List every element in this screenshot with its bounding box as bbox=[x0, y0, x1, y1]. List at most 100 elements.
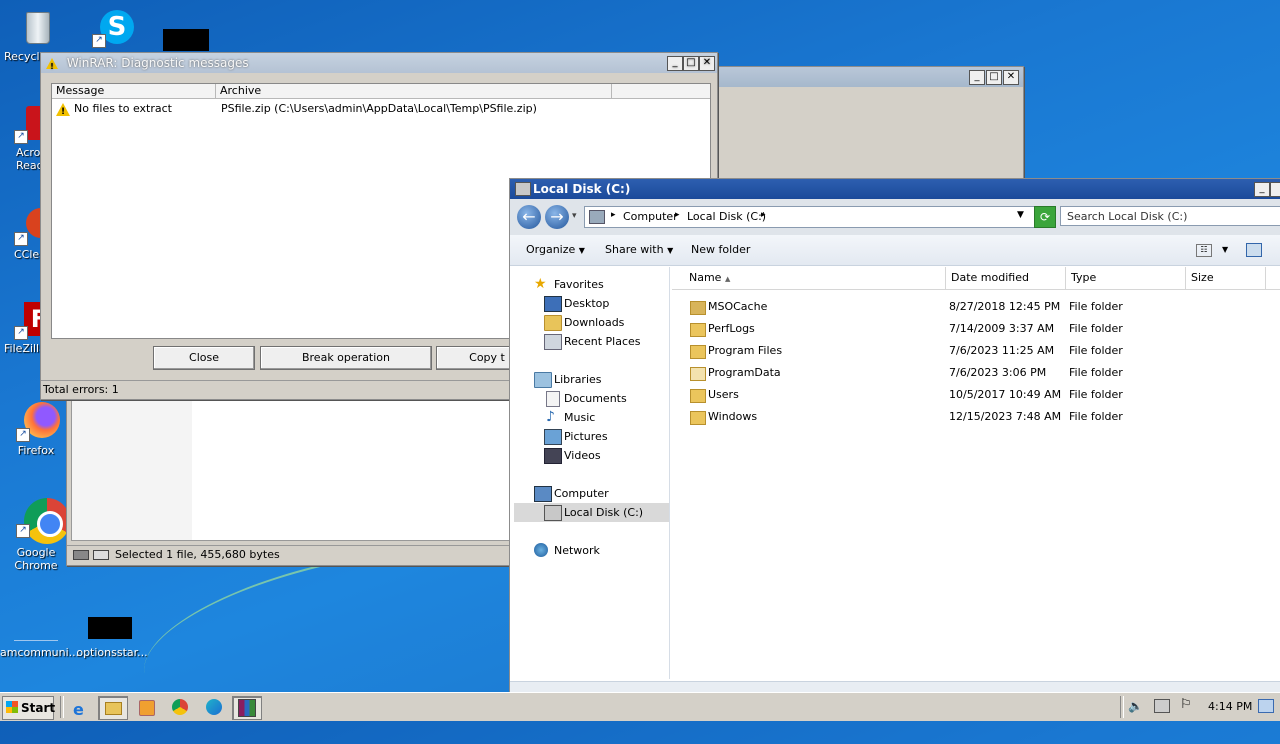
action-center-flag-icon[interactable]: ⚐ bbox=[1180, 697, 1192, 712]
taskbar-edge[interactable] bbox=[200, 696, 230, 720]
breadcrumb-computer[interactable]: Computer bbox=[623, 210, 678, 223]
file-row[interactable]: PerfLogs 7/14/2009 3:37 AM File folder bbox=[672, 318, 1272, 340]
search-input[interactable]: Search Local Disk (C:) bbox=[1060, 206, 1280, 226]
minimize-button[interactable]: _ bbox=[969, 70, 985, 85]
nav-favorites[interactable]: ★ Favorites bbox=[534, 275, 604, 294]
file-row[interactable]: Users 10/5/2017 10:49 AM File folder bbox=[672, 384, 1272, 406]
chrome-icon bbox=[172, 699, 188, 715]
close-button[interactable]: Close bbox=[153, 346, 255, 370]
column-type[interactable]: Type bbox=[1066, 267, 1186, 289]
desktop-icon-optionsstar[interactable]: optionsstar... bbox=[76, 616, 148, 659]
computer-icon bbox=[534, 486, 552, 502]
address-row: ← → ▾ ▸ Computer ▸ Local Disk (C:) ▸ ▼ ⟳… bbox=[510, 199, 1280, 235]
diagnostic-titlebar: WinRAR: Diagnostic messages _ □ ✕ bbox=[41, 53, 717, 76]
column-name[interactable]: Name ▲ bbox=[684, 267, 946, 289]
breadcrumb-separator: ▸ bbox=[611, 210, 616, 220]
view-options-icon[interactable]: ☷ bbox=[1196, 244, 1212, 257]
explorer-title: Local Disk (C:) bbox=[533, 182, 631, 196]
navigation-pane[interactable]: ★ Favorites Desktop Downloads Recent Pla… bbox=[514, 267, 670, 679]
nav-computer[interactable]: Computer bbox=[534, 484, 609, 503]
show-desktop-icon[interactable] bbox=[1258, 699, 1274, 713]
nav-desktop[interactable]: Desktop bbox=[544, 294, 609, 313]
preview-pane-icon[interactable] bbox=[1246, 243, 1262, 257]
nav-videos[interactable]: Videos bbox=[544, 446, 601, 465]
taskbar-media-player[interactable] bbox=[132, 696, 162, 720]
message-row[interactable]: No files to extract PSfile.zip (C:\Users… bbox=[56, 101, 706, 120]
close-button[interactable]: ✕ bbox=[1003, 70, 1019, 85]
nav-music[interactable]: ♪ Music bbox=[544, 408, 595, 427]
desktop-icon-skype[interactable]: S ↗ bbox=[80, 8, 144, 50]
file-type: File folder bbox=[1069, 366, 1123, 379]
column-message[interactable]: Message bbox=[52, 84, 216, 98]
breadcrumb-local-disk[interactable]: Local Disk (C:) bbox=[687, 210, 766, 223]
forward-button[interactable]: → bbox=[545, 205, 569, 229]
file-date: 12/15/2023 7:48 AM bbox=[949, 410, 1062, 423]
refresh-button[interactable]: ⟳ bbox=[1034, 206, 1056, 228]
file-type: File folder bbox=[1069, 300, 1123, 313]
breadcrumb-separator: ▸ bbox=[675, 210, 680, 220]
file-type: File folder bbox=[1069, 322, 1123, 335]
media-player-icon bbox=[139, 700, 155, 716]
music-icon: ♪ bbox=[546, 409, 555, 425]
start-button[interactable]: Start bbox=[2, 696, 55, 720]
column-size[interactable]: Size bbox=[1186, 267, 1266, 289]
edge-icon bbox=[206, 699, 222, 715]
file-icon bbox=[88, 617, 132, 639]
desktop-icon bbox=[544, 296, 562, 312]
file-date: 7/14/2009 3:37 AM bbox=[949, 322, 1055, 335]
nav-downloads[interactable]: Downloads bbox=[544, 313, 624, 332]
break-operation-button[interactable]: Break operation bbox=[260, 346, 432, 370]
nav-pictures[interactable]: Pictures bbox=[544, 427, 608, 446]
drive-icon bbox=[73, 550, 89, 560]
nav-documents[interactable]: Documents bbox=[544, 389, 627, 408]
volume-icon[interactable]: 🔈 bbox=[1128, 699, 1143, 713]
nav-libraries[interactable]: Libraries bbox=[534, 370, 602, 389]
minimize-button[interactable]: _ bbox=[667, 56, 683, 71]
recent-pages-dropdown[interactable]: ▾ bbox=[572, 211, 577, 221]
file-row[interactable]: Windows 12/15/2023 7:48 AM File folder bbox=[672, 406, 1272, 428]
taskbar-chrome[interactable] bbox=[166, 696, 196, 720]
network-tray-icon[interactable] bbox=[1154, 699, 1170, 713]
column-date-modified[interactable]: Date modified bbox=[946, 267, 1066, 289]
address-dropdown-icon[interactable]: ▼ bbox=[1017, 210, 1024, 220]
taskbar-explorer[interactable] bbox=[98, 696, 128, 720]
taskbar-winrar[interactable] bbox=[232, 696, 262, 720]
warning-icon bbox=[56, 102, 70, 120]
desktop-icon-firefox[interactable]: ↗ Firefox bbox=[4, 402, 68, 457]
taskbar-separator bbox=[60, 696, 64, 718]
explorer-titlebar: Local Disk (C:) _ bbox=[510, 179, 1280, 199]
file-row[interactable]: MSOCache 8/27/2018 12:45 PM File folder bbox=[672, 296, 1272, 318]
column-archive[interactable]: Archive bbox=[216, 84, 612, 98]
share-with-button[interactable]: Share with ▼ bbox=[605, 235, 673, 266]
desktop-icon-chrome[interactable]: ↗ Google Chrome bbox=[4, 498, 70, 572]
back-button[interactable]: ← bbox=[517, 205, 541, 229]
drive-icon bbox=[515, 182, 531, 196]
file-name: Program Files bbox=[708, 344, 783, 357]
taskbar-ie[interactable]: e bbox=[66, 696, 96, 720]
message-text: No files to extract bbox=[74, 102, 172, 115]
file-date: 7/6/2023 3:06 PM bbox=[949, 366, 1047, 379]
maximize-button[interactable]: □ bbox=[986, 70, 1002, 85]
nav-local-disk[interactable]: Local Disk (C:) bbox=[514, 503, 669, 522]
close-button[interactable]: ✕ bbox=[699, 56, 715, 71]
organize-button[interactable]: Organize ▼ bbox=[526, 235, 585, 266]
file-name: Users bbox=[708, 388, 739, 401]
new-folder-button[interactable]: New folder bbox=[691, 235, 750, 265]
file-date: 8/27/2018 12:45 PM bbox=[949, 300, 1061, 313]
file-row[interactable]: Program Files 7/6/2023 11:25 AM File fol… bbox=[672, 340, 1272, 362]
file-name: PerfLogs bbox=[708, 322, 755, 335]
file-row[interactable]: ProgramData 7/6/2023 3:06 PM File folder bbox=[672, 362, 1272, 384]
minimize-button[interactable]: _ bbox=[1254, 182, 1270, 197]
maximize-button[interactable]: □ bbox=[683, 56, 699, 71]
maximize-button[interactable] bbox=[1270, 182, 1280, 197]
file-list-pane[interactable] bbox=[71, 399, 511, 541]
address-bar[interactable]: ▸ Computer ▸ Local Disk (C:) ▸ ▼ bbox=[584, 206, 1036, 228]
view-dropdown-icon[interactable]: ▼ bbox=[1222, 235, 1228, 265]
nav-recent-places[interactable]: Recent Places bbox=[544, 332, 641, 351]
clock[interactable]: 4:14 PM bbox=[1208, 700, 1252, 713]
desktop-icon-amcommuni[interactable]: amcommuni... bbox=[0, 616, 79, 659]
organize-label: Organize bbox=[526, 243, 576, 256]
nav-network[interactable]: Network bbox=[534, 541, 600, 560]
folder-icon bbox=[690, 389, 706, 403]
archive-path: PSfile.zip (C:\Users\admin\AppData\Local… bbox=[221, 102, 537, 115]
